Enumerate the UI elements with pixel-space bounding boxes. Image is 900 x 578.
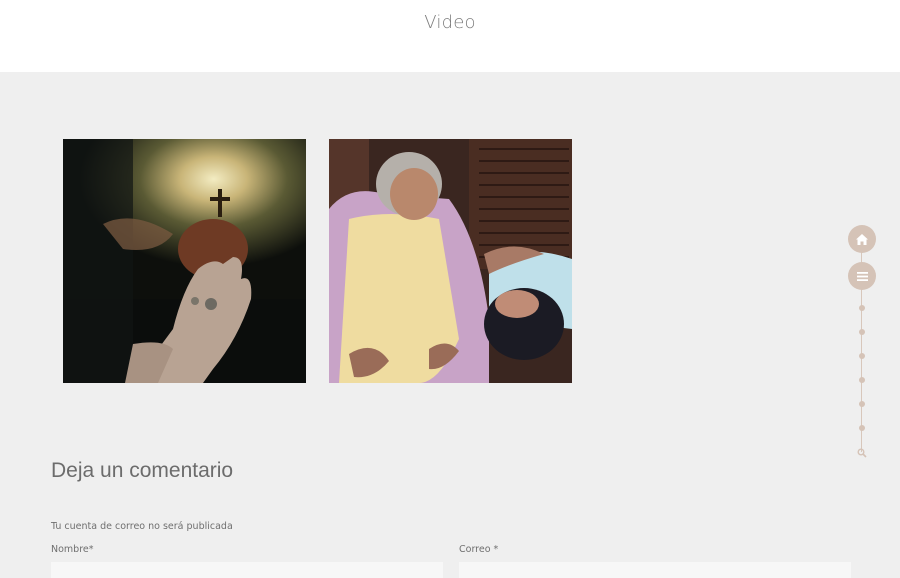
side-nav-dot[interactable]: [859, 401, 865, 407]
gallery-thumbnail-1[interactable]: [63, 139, 306, 383]
thumbnail-image-grandmother: [329, 139, 572, 383]
side-nav-dot[interactable]: [859, 377, 865, 383]
name-label: Nombre*: [51, 544, 94, 555]
email-privacy-notice: Tu cuenta de correo no será publicada: [51, 521, 233, 532]
side-nav-dot[interactable]: [859, 425, 865, 431]
search-icon[interactable]: [857, 448, 867, 458]
site-header: Video: [0, 0, 900, 72]
comment-section-title: Deja un comentario: [51, 459, 234, 482]
page-title: Video: [424, 12, 476, 33]
name-input[interactable]: [51, 562, 443, 578]
side-nav-home[interactable]: [848, 225, 876, 253]
gallery-thumbnail-2[interactable]: [329, 139, 572, 383]
home-icon: [856, 233, 868, 245]
email-input[interactable]: [459, 562, 851, 578]
side-navigation: [848, 224, 876, 464]
side-nav-dot[interactable]: [859, 353, 865, 359]
side-nav-dot[interactable]: [859, 305, 865, 311]
side-nav-dot[interactable]: [859, 329, 865, 335]
thumbnail-image-sacred-heart: [63, 139, 306, 383]
menu-icon: [856, 271, 868, 281]
email-label: Correo *: [459, 544, 499, 555]
side-nav-menu[interactable]: [848, 262, 876, 290]
